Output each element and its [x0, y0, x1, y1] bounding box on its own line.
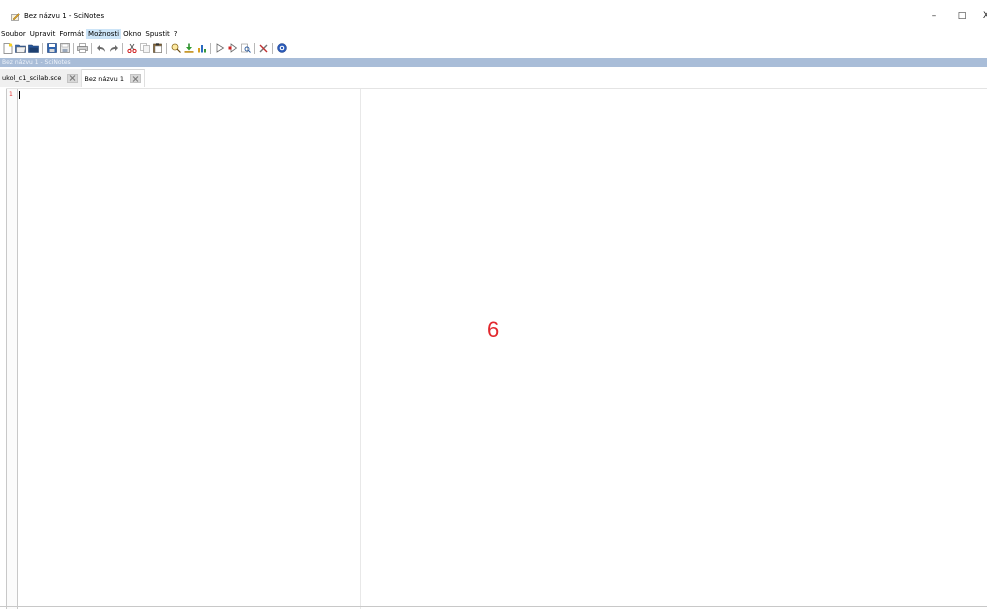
close-button[interactable]: X — [979, 10, 987, 22]
load-into-scilab-icon[interactable] — [183, 43, 194, 54]
document-title-bar: Bez názvu 1 - SciNotes — [0, 58, 987, 67]
toolbar — [0, 40, 987, 56]
save-icon[interactable] — [46, 43, 57, 54]
toolbar-separator — [42, 42, 43, 54]
new-file-icon[interactable] — [2, 42, 13, 54]
code-text-area[interactable] — [20, 89, 360, 609]
tab-label: ukol_c1_scilab.sce — [2, 74, 62, 82]
toolbar-separator — [166, 42, 167, 54]
line-number-gutter: 1 — [6, 89, 18, 609]
execute-icon[interactable] — [196, 43, 207, 54]
toolbar-separator — [254, 42, 255, 54]
run-icon[interactable] — [214, 43, 225, 54]
tab-bez-nazvu-1[interactable]: Bez názvu 1 — [82, 69, 145, 87]
open-folder-icon[interactable] — [15, 43, 26, 54]
search-icon[interactable] — [240, 43, 251, 54]
undo-icon[interactable] — [95, 43, 106, 54]
run-debug-icon[interactable] — [227, 43, 238, 54]
line-number: 1 — [9, 91, 13, 98]
toolbar-separator — [73, 42, 74, 54]
menu-upravit[interactable]: Upravit — [28, 29, 58, 39]
open-recent-icon[interactable] — [28, 43, 39, 54]
file-tabs: ukol_c1_scilab.sce Bez názvu 1 — [0, 69, 145, 87]
title-bar: Bez názvu 1 - SciNotes – □ X — [0, 0, 987, 28]
menu-soubor[interactable]: Soubor — [0, 29, 28, 39]
help-icon[interactable] — [276, 43, 287, 54]
tab-label: Bez názvu 1 — [84, 74, 124, 83]
window-title: Bez názvu 1 - SciNotes — [24, 12, 105, 20]
toolbar-separator — [91, 42, 92, 54]
close-tab-icon[interactable] — [129, 74, 141, 83]
tools-icon[interactable] — [258, 43, 269, 54]
toolbar-separator — [210, 42, 211, 54]
scinotes-pencil-icon — [11, 13, 20, 21]
menu-bar: Soubor Upravit Formát Možnosti Okno Spus… — [0, 28, 180, 39]
maximize-button[interactable]: □ — [955, 10, 969, 22]
editor-pane: 1 — [6, 88, 987, 610]
tab-ukol-c1-scilab[interactable]: ukol_c1_scilab.sce — [0, 69, 83, 87]
find-icon[interactable] — [170, 43, 181, 54]
editor-bottom-border — [0, 606, 987, 607]
minimize-button[interactable]: – — [927, 10, 941, 22]
close-tab-icon[interactable] — [67, 73, 79, 83]
editor-margin-line — [360, 89, 361, 609]
document-title: Bez názvu 1 - SciNotes — [2, 59, 71, 66]
menu-spustit[interactable]: Spustit — [143, 29, 171, 39]
save-as-icon[interactable] — [59, 43, 70, 54]
menu-moznosti[interactable]: Možnosti — [86, 28, 122, 39]
menu-okno[interactable]: Okno — [121, 29, 143, 39]
menu-help[interactable]: ? — [172, 29, 180, 39]
paste-icon[interactable] — [152, 43, 163, 54]
redo-icon[interactable] — [108, 43, 119, 54]
toolbar-separator — [272, 42, 273, 54]
copy-icon[interactable] — [139, 43, 150, 54]
annotation-number: 6 — [487, 317, 500, 342]
menu-format[interactable]: Formát — [57, 29, 86, 39]
toolbar-separator — [122, 42, 123, 54]
print-icon[interactable] — [77, 43, 88, 54]
cut-icon[interactable] — [126, 43, 137, 54]
